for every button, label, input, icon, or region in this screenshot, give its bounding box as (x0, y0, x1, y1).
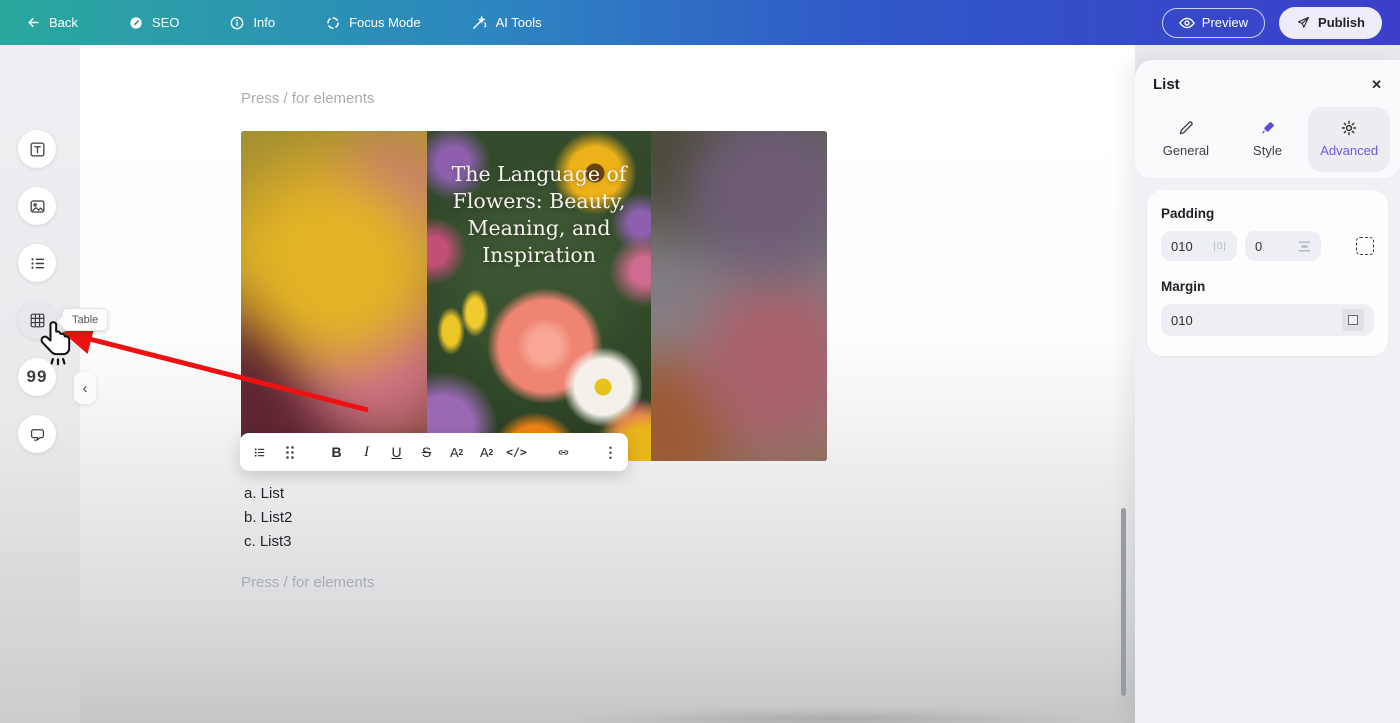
tab-advanced[interactable]: Advanced (1308, 107, 1391, 172)
strikethrough-button[interactable]: S (420, 444, 433, 460)
focus-mode-icon (327, 16, 339, 29)
list-icon (31, 257, 44, 269)
italic-button[interactable]: I (360, 444, 373, 461)
panel-header: List ✕ (1135, 76, 1400, 107)
drag-handle-icon (285, 445, 294, 459)
bold-button[interactable]: B (330, 444, 343, 460)
tab-style[interactable]: Style (1227, 107, 1309, 172)
text-icon (30, 142, 44, 156)
settings-panel: List ✕ General Style Advanced Padding 01… (1135, 60, 1400, 723)
preview-button[interactable]: Preview (1161, 7, 1266, 38)
superscript-button[interactable]: A2 (450, 445, 463, 460)
close-panel-button[interactable]: ✕ (1371, 77, 1382, 93)
arrow-left-icon (28, 18, 39, 27)
comment-icon (30, 428, 44, 441)
bottom-shadow (510, 705, 1150, 723)
paper-plane-icon (1298, 16, 1310, 28)
tab-style-label: Style (1253, 143, 1282, 158)
link-button[interactable] (557, 444, 570, 461)
padding-row: 010 |0| 0 (1161, 231, 1374, 261)
panel-header-card: List ✕ General Style Advanced (1135, 60, 1400, 178)
more-options-button[interactable]: ⋮ (604, 444, 618, 461)
back-label: Back (49, 15, 78, 30)
list-item[interactable]: a. List (244, 482, 292, 506)
padding-label: Padding (1161, 206, 1215, 221)
seo-label: SEO (151, 15, 180, 30)
margin-input[interactable]: 010 (1161, 304, 1374, 336)
tab-general[interactable]: General (1145, 107, 1227, 172)
text-format-toolbar: B I U S A2 A2 </> ⋮ (240, 433, 628, 471)
seo-gauge-icon (130, 16, 142, 29)
list-item[interactable]: b. List2 (244, 506, 292, 530)
pencil-icon (1179, 121, 1193, 135)
quote-icon: 99 (26, 367, 48, 386)
top-bar-left: Back SEO Info Focus Mode AI Tools (0, 14, 542, 31)
panel-title: List (1153, 76, 1180, 93)
info-icon (231, 16, 244, 29)
focus-mode-label: Focus Mode (349, 15, 421, 30)
cover-image-title: The Language of Flowers: Beauty, Meaning… (451, 162, 627, 267)
list-type-button[interactable] (253, 444, 266, 461)
image-element-button[interactable] (18, 187, 56, 225)
preview-label: Preview (1201, 15, 1249, 30)
ordered-list[interactable]: a. List b. List2 c. List3 (244, 482, 292, 554)
drag-handle[interactable] (283, 445, 296, 460)
editor-canvas[interactable]: Press / for elements The Language of Flo… (80, 45, 1150, 723)
eye-icon (1178, 17, 1195, 28)
advanced-settings-card: Padding 010 |0| 0 Margin 010 (1147, 190, 1388, 356)
top-bar-right: Preview Publish (1161, 6, 1400, 39)
hand-cursor-icon (36, 318, 80, 366)
collapse-rail-button[interactable]: ‹ (74, 372, 96, 404)
square-icon (1348, 315, 1358, 325)
padding-horizontal-icon: |0| (1213, 240, 1227, 252)
padding-vertical-input[interactable]: 0 (1245, 231, 1321, 261)
code-button[interactable]: </> (506, 445, 527, 459)
padding-vertical-icon (1298, 241, 1311, 252)
page-builder-app: Back SEO Info Focus Mode AI Tools Previe… (0, 0, 1400, 723)
info-button[interactable]: Info (229, 15, 275, 31)
tab-general-label: General (1162, 143, 1209, 158)
margin-label: Margin (1161, 279, 1206, 294)
underline-button[interactable]: U (390, 444, 403, 460)
brush-icon (1261, 121, 1274, 134)
panel-tabs: General Style Advanced (1145, 107, 1391, 172)
cover-image-blur-right (651, 131, 827, 461)
gear-icon (1341, 120, 1357, 136)
element-placeholder-bottom[interactable]: Press / for elements (241, 574, 374, 591)
ai-tools-label: AI Tools (495, 15, 542, 30)
publish-label: Publish (1318, 15, 1365, 30)
image-icon (30, 199, 44, 213)
text-element-button[interactable] (18, 130, 56, 168)
canvas-scrollbar[interactable] (1121, 508, 1126, 696)
cover-image-blur-left (241, 131, 427, 461)
padding-sides-toggle[interactable] (1356, 237, 1374, 255)
chevron-left-icon: ‹ (82, 379, 88, 397)
top-bar: Back SEO Info Focus Mode AI Tools Previe… (0, 0, 1400, 45)
focus-mode-button[interactable]: Focus Mode (325, 15, 421, 31)
publish-button[interactable]: Publish (1279, 6, 1382, 39)
list-icon (254, 447, 265, 457)
padding-horizontal-input[interactable]: 010 |0| (1161, 231, 1237, 261)
margin-sides-toggle[interactable] (1342, 309, 1364, 331)
magic-wand-icon (472, 15, 487, 29)
comment-element-button[interactable] (18, 415, 56, 453)
link-icon (558, 449, 569, 455)
cover-image[interactable]: The Language of Flowers: Beauty, Meaning… (241, 131, 827, 461)
tab-advanced-label: Advanced (1320, 143, 1379, 158)
info-label: Info (253, 15, 276, 30)
element-placeholder-top[interactable]: Press / for elements (241, 90, 374, 107)
seo-button[interactable]: SEO (128, 15, 179, 31)
element-rail: 99 (0, 45, 80, 723)
subscript-button[interactable]: A2 (480, 445, 493, 460)
list-item[interactable]: c. List3 (244, 530, 292, 554)
list-element-button[interactable] (18, 244, 56, 282)
back-button[interactable]: Back (26, 15, 78, 30)
ai-tools-button[interactable]: AI Tools (471, 14, 542, 31)
